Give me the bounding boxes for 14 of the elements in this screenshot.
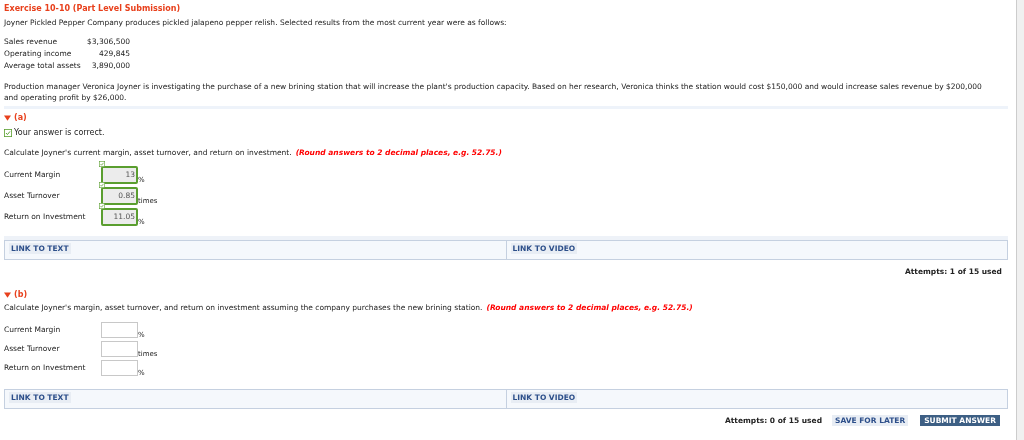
answer-field[interactable] xyxy=(101,322,138,338)
caret-down-icon[interactable] xyxy=(4,115,11,122)
check-icon xyxy=(99,181,105,188)
answer-field[interactable] xyxy=(101,341,138,357)
check-icon xyxy=(4,129,12,138)
scrollbar[interactable] xyxy=(1016,0,1024,440)
exercise-title: Exercise 10-10 (Part Level Submission) xyxy=(4,3,182,15)
feedback-message: Your answer is correct. xyxy=(14,127,105,140)
part-label: (a) xyxy=(14,112,27,125)
check-icon xyxy=(99,160,105,167)
answer-field[interactable] xyxy=(101,360,138,376)
check-icon xyxy=(99,202,105,209)
caret-down-icon[interactable] xyxy=(4,291,11,298)
part-label: (b) xyxy=(14,288,28,301)
